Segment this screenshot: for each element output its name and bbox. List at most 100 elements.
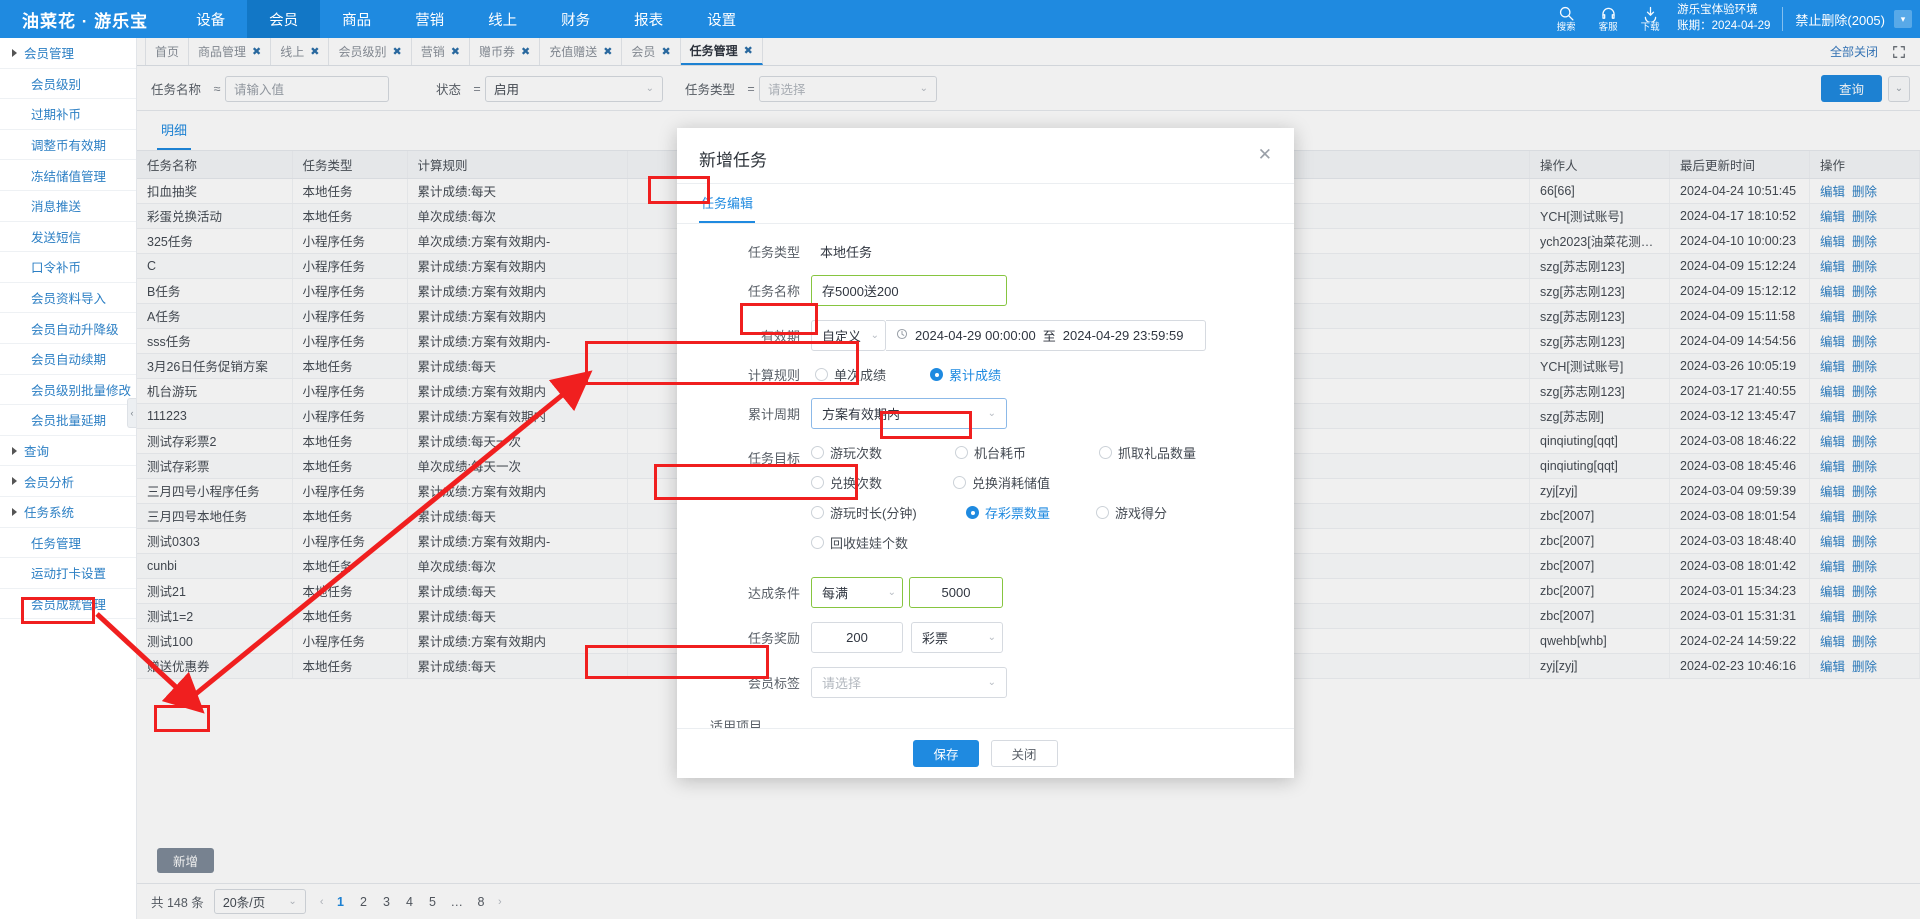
radio-recycled-doll-count[interactable]: 回收娃娃个数 bbox=[811, 533, 933, 552]
sidebar-item-frozen-stored-value[interactable]: 冻结储值管理 bbox=[0, 160, 136, 191]
applicable-section: 适用项目 支持彩票机项目类型，选择不限机台包括碎票机和收银台存彩票也统计在内 不… bbox=[699, 716, 1272, 728]
reward-label: 任务奖励 bbox=[747, 631, 800, 646]
sidebar-item-member-import[interactable]: 会员资料导入 bbox=[0, 283, 136, 314]
download-icon-label: 下载 bbox=[1640, 21, 1660, 33]
radio-dot bbox=[815, 368, 828, 381]
save-button[interactable]: 保存 bbox=[913, 740, 979, 767]
sidebar-item-auto-renew[interactable]: 会员自动续期 bbox=[0, 344, 136, 375]
nav-item-goods[interactable]: 商品 bbox=[320, 0, 393, 38]
sidebar-item-sport-checkin[interactable]: 运动打卡设置 bbox=[0, 558, 136, 589]
radio-exchange-stored-value[interactable]: 兑换消耗储值 bbox=[953, 473, 1075, 492]
radio-label: 游戏得分 bbox=[1115, 506, 1168, 521]
radio-game-score[interactable]: 游戏得分 bbox=[1096, 503, 1216, 522]
app-logo-title: 油菜花 · 游乐宝 bbox=[22, 11, 149, 31]
sidebar-item-task-management[interactable]: 任务管理 bbox=[0, 528, 136, 559]
condition-mode-select[interactable]: 每满 ⌄ bbox=[811, 577, 903, 608]
download-icon[interactable]: 下载 bbox=[1629, 5, 1671, 34]
nav-item-reports[interactable]: 报表 bbox=[612, 0, 685, 38]
radio-cumulative-score[interactable]: 累计成绩 bbox=[930, 365, 1001, 384]
sidebar-item-task-system[interactable]: 任务系统 bbox=[0, 497, 136, 528]
task-goal-radio-group: 游玩次数 机台耗币 抓取礼品数量 兑换次数 兑换消耗储值 游玩时长(分钟) 存彩… bbox=[811, 443, 1246, 563]
sidebar-collapse-handle[interactable]: ‹ bbox=[127, 398, 136, 428]
cycle-value: 方案有效期内 bbox=[822, 407, 901, 422]
add-task-modal: 新增任务 ✕ 任务编辑 任务类型 本地任务 任务名称 存5000送200 有效期 bbox=[677, 128, 1294, 778]
chevron-down-icon: ⌄ bbox=[987, 632, 996, 643]
validity-range-input[interactable]: 2024-04-29 00:00:00 至 2024-04-29 23:59:5… bbox=[886, 320, 1206, 351]
sidebar-item-label: 会员级别批量修改 bbox=[31, 383, 132, 398]
modal-tab-bar: 任务编辑 bbox=[677, 184, 1294, 224]
sidebar-item-message-push[interactable]: 消息推送 bbox=[0, 191, 136, 222]
validity-end-value: 2024-04-29 23:59:59 bbox=[1062, 328, 1184, 343]
sidebar-item-query[interactable]: 查询 bbox=[0, 436, 136, 467]
clock-icon bbox=[896, 328, 908, 343]
nav-item-devices[interactable]: 设备 bbox=[174, 0, 247, 38]
sidebar-item-send-sms[interactable]: 发送短信 bbox=[0, 222, 136, 253]
top-navigation-bar: 油菜花 · 游乐宝 设备 会员 商品 营销 线上 财务 报表 设置 搜索 客服 … bbox=[0, 0, 1920, 38]
sidebar-item-label: 会员成就管理 bbox=[31, 597, 107, 612]
chevron-down-icon: ⌄ bbox=[987, 677, 996, 688]
sidebar-item-label: 会员分析 bbox=[24, 475, 75, 490]
nav-item-marketing[interactable]: 营销 bbox=[393, 0, 466, 38]
sidebar-item-label: 会员批量延期 bbox=[31, 414, 107, 429]
radio-dot bbox=[966, 506, 979, 519]
sidebar-item-label: 过期补币 bbox=[31, 108, 82, 123]
sidebar-item-label: 会员自动升降级 bbox=[31, 322, 119, 337]
field-member-tag: 会员标签 请选择 ⌄ bbox=[699, 667, 1272, 698]
triangle-right-icon bbox=[12, 477, 17, 486]
radio-label: 游玩次数 bbox=[830, 446, 883, 461]
condition-label: 达成条件 bbox=[747, 586, 800, 601]
radio-label: 抓取礼品数量 bbox=[1118, 446, 1197, 461]
sidebar-item-label: 任务管理 bbox=[31, 536, 82, 551]
condition-value-input[interactable]: 5000 bbox=[909, 577, 1003, 608]
user-name-label: 禁止删除(2005) bbox=[1795, 12, 1885, 28]
radio-machine-coin[interactable]: 机台耗币 bbox=[955, 443, 1077, 462]
sidebar-item-label: 会员自动续期 bbox=[31, 353, 107, 368]
validity-separator: 至 bbox=[1042, 329, 1056, 344]
sidebar-item-label: 消息推送 bbox=[31, 200, 82, 215]
environment-period: 账期：2024-04-29 bbox=[1677, 20, 1771, 32]
validity-mode-select[interactable]: 自定义 ⌄ bbox=[811, 320, 886, 351]
sidebar-item-auto-grade[interactable]: 会员自动升降级 bbox=[0, 313, 136, 344]
nav-item-members[interactable]: 会员 bbox=[247, 0, 321, 38]
search-icon[interactable]: 搜索 bbox=[1545, 5, 1587, 34]
cycle-select[interactable]: 方案有效期内 ⌄ bbox=[811, 398, 1007, 429]
headset-icon[interactable]: 客服 bbox=[1587, 5, 1629, 34]
reward-unit-select[interactable]: 彩票 ⌄ bbox=[911, 622, 1003, 653]
sidebar-item-batch-extend[interactable]: 会员批量延期 bbox=[0, 405, 136, 436]
chevron-down-icon[interactable]: ▾ bbox=[1894, 10, 1912, 28]
modal-tab-task-edit[interactable]: 任务编辑 bbox=[699, 184, 756, 223]
radio-label: 游玩时长(分钟) bbox=[830, 506, 917, 521]
radio-single-score[interactable]: 单次成绩 bbox=[815, 365, 886, 384]
radio-label: 累计成绩 bbox=[949, 368, 1002, 383]
sidebar-item-adjust-coin-validity[interactable]: 调整币有效期 bbox=[0, 130, 136, 161]
sidebar-item-label: 发送短信 bbox=[31, 230, 82, 245]
sidebar-item-achievement-mgmt[interactable]: 会员成就管理 bbox=[0, 589, 136, 620]
close-button[interactable]: 关闭 bbox=[990, 740, 1058, 767]
radio-exchange-count[interactable]: 兑换次数 bbox=[811, 473, 931, 492]
radio-ticket-deposit-count[interactable]: 存彩票数量 bbox=[966, 503, 1086, 522]
reward-value-input[interactable]: 200 bbox=[811, 622, 903, 653]
radio-dot bbox=[811, 476, 824, 489]
sidebar-item-member-level[interactable]: 会员级别 bbox=[0, 69, 136, 100]
sidebar-item-password-coin[interactable]: 口令补币 bbox=[0, 252, 136, 283]
sidebar-item-member-analysis[interactable]: 会员分析 bbox=[0, 466, 136, 497]
radio-play-count[interactable]: 游玩次数 bbox=[811, 443, 933, 462]
cycle-label: 累计周期 bbox=[747, 407, 800, 422]
nav-item-online[interactable]: 线上 bbox=[466, 0, 539, 38]
radio-label: 兑换次数 bbox=[830, 476, 883, 491]
close-icon[interactable]: ✕ bbox=[1258, 146, 1272, 163]
sidebar-item-batch-level-edit[interactable]: 会员级别批量修改 bbox=[0, 375, 136, 406]
nav-item-settings[interactable]: 设置 bbox=[685, 0, 758, 38]
nav-divider bbox=[1782, 7, 1784, 31]
task-name-input[interactable]: 存5000送200 bbox=[811, 275, 1007, 306]
nav-item-finance[interactable]: 财务 bbox=[539, 0, 612, 38]
user-menu[interactable]: 禁止删除(2005) ▾ bbox=[1795, 10, 1912, 29]
member-tag-select[interactable]: 请选择 ⌄ bbox=[811, 667, 1007, 698]
sidebar-item-expired-coin[interactable]: 过期补币 bbox=[0, 99, 136, 130]
radio-play-duration[interactable]: 游玩时长(分钟) bbox=[811, 503, 944, 522]
field-condition: 达成条件 每满 ⌄ 5000 bbox=[699, 577, 1272, 608]
radio-label: 单次成绩 bbox=[834, 368, 887, 383]
sidebar-item-member-mgmt[interactable]: 会员管理 bbox=[0, 38, 136, 69]
radio-gift-grab-count[interactable]: 抓取礼品数量 bbox=[1099, 443, 1221, 462]
radio-label: 回收娃娃个数 bbox=[830, 536, 909, 551]
